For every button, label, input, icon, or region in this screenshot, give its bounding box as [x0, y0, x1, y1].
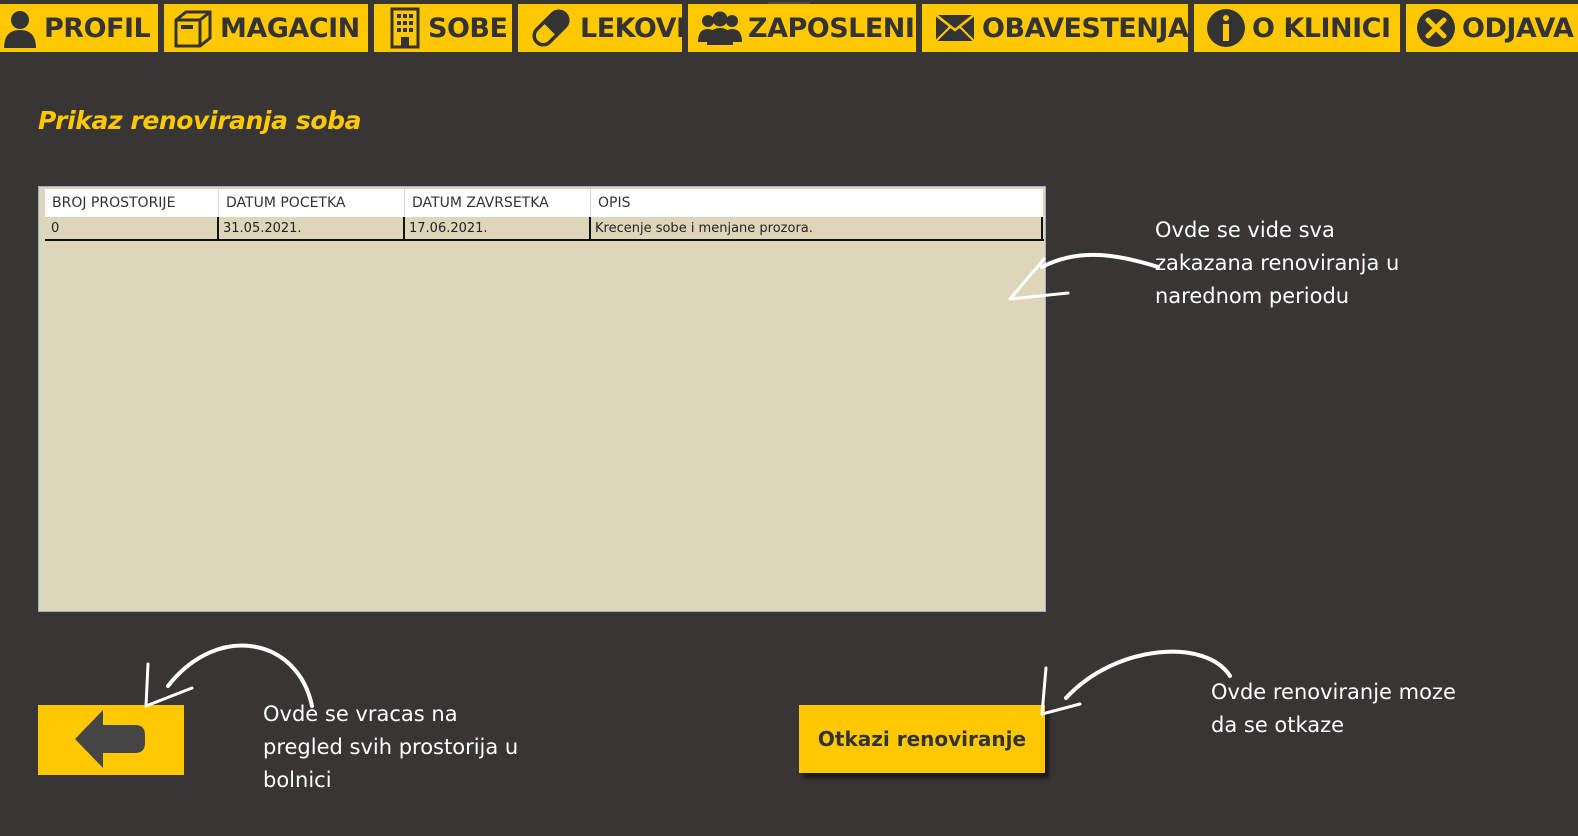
nav-label-profil: PROFIL — [44, 12, 151, 44]
pill-icon — [528, 7, 574, 49]
nav-item-obavestenja[interactable]: OBAVESTENJA — [922, 4, 1189, 52]
column-header-datum-zavrsetka[interactable]: DATUM ZAVRSETKA — [405, 189, 591, 217]
nav-label-magacin: MAGACIN — [220, 12, 360, 44]
cell-datum-zavrsetka: 17.06.2021. — [405, 217, 591, 239]
arrow-left-icon — [75, 709, 147, 771]
nav-item-lekovi[interactable]: LEKOVI — [518, 4, 686, 52]
nav-label-o-klinici: O KLINICI — [1252, 12, 1391, 44]
table-header: BROJ PROSTORIJE DATUM POCETKA DATUM ZAVR… — [45, 189, 1043, 217]
nav-label-lekovi: LEKOVI — [580, 12, 686, 44]
nav-label-zaposleni: ZAPOSLENI — [748, 12, 915, 44]
close-circle-icon — [1416, 8, 1456, 48]
page-title: Prikaz renoviranja soba — [38, 106, 362, 135]
box-icon — [172, 8, 214, 48]
nav-item-profil[interactable]: PROFIL — [0, 4, 158, 52]
cancel-annotation-arrow — [1040, 649, 1232, 716]
info-icon — [1206, 8, 1246, 48]
table-annotation-text: Ovde se vide sva zakazana renoviranja u … — [1155, 218, 1400, 308]
column-header-datum-pocetka[interactable]: DATUM POCETKA — [219, 189, 405, 217]
nav-label-odjava: ODJAVA — [1462, 12, 1574, 44]
top-nav: PROFIL MAGACIN SOBE LEKOVI ZAPOSLENI OBA… — [0, 0, 1578, 52]
back-annotation-text: Ovde se vracas na pregled svih prostorij… — [263, 702, 519, 792]
cell-opis: Krecenje sobe i menjane prozora. — [591, 217, 1043, 239]
cancel-renovation-button[interactable]: Otkazi renoviranje — [799, 705, 1045, 773]
nav-item-sobe[interactable]: SOBE — [374, 4, 512, 52]
nav-item-zaposleni[interactable]: ZAPOSLENI — [688, 4, 916, 52]
nav-item-magacin[interactable]: MAGACIN — [164, 4, 368, 52]
cancel-annotation-text: Ovde renoviranje moze da se otkaze — [1211, 680, 1456, 737]
column-header-opis[interactable]: OPIS — [591, 189, 1043, 217]
nav-item-odjava[interactable]: ODJAVA — [1406, 4, 1578, 52]
building-icon — [388, 7, 422, 49]
nav-label-obavestenja: OBAVESTENJA — [982, 12, 1189, 44]
cell-datum-pocetka: 31.05.2021. — [219, 217, 405, 239]
cell-broj-prostorije: 0 — [45, 217, 219, 239]
renovation-table[interactable]: BROJ PROSTORIJE DATUM POCETKA DATUM ZAVR… — [38, 186, 1046, 612]
nav-item-o-klinici[interactable]: O KLINICI — [1194, 4, 1400, 52]
table-row[interactable]: 0 31.05.2021. 17.06.2021. Krecenje sobe … — [45, 217, 1044, 241]
nav-label-sobe: SOBE — [428, 12, 508, 44]
people-icon — [698, 10, 742, 46]
column-header-broj-prostorije[interactable]: BROJ PROSTORIJE — [45, 189, 219, 217]
envelope-icon — [934, 12, 976, 44]
table-annotation-arrow — [1008, 252, 1160, 301]
user-icon — [2, 8, 38, 48]
